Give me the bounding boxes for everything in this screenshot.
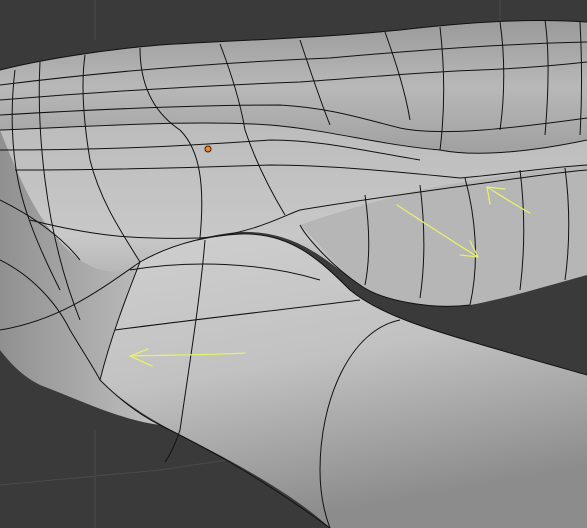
viewport-canvas[interactable] [0,0,587,528]
object-origin-icon[interactable] [204,145,212,153]
3d-viewport[interactable] [0,0,587,528]
